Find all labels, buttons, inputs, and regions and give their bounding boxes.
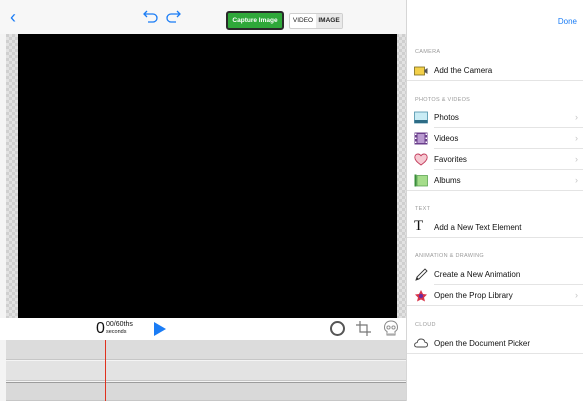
divider — [407, 237, 583, 238]
chevron-right-icon: › — [575, 175, 578, 185]
redo-icon[interactable] — [165, 9, 183, 23]
menu-item-videos[interactable]: Videos › — [407, 128, 583, 149]
cloud-icon — [414, 338, 428, 348]
divider — [407, 353, 583, 354]
camera-icon — [414, 66, 428, 76]
chevron-right-icon: › — [575, 290, 578, 300]
menu-item-albums[interactable]: Albums › — [407, 170, 583, 191]
playback-controls: 0 00/60ths seconds — [0, 318, 406, 340]
menu-item-favorites[interactable]: Favorites › — [407, 149, 583, 170]
record-icon[interactable] — [330, 321, 345, 336]
back-chevron-icon[interactable]: ‹ — [10, 8, 24, 26]
menu-item-label: Create a New Animation — [434, 270, 521, 279]
favorites-heart-icon — [414, 153, 428, 166]
menu-item-label: Albums — [434, 176, 461, 185]
timeline-track[interactable] — [6, 340, 406, 360]
pencil-icon — [415, 268, 428, 281]
menu-item-label: Photos — [434, 113, 459, 122]
top-toolbar: ‹ Capture Image VIDEO IMAGE — [0, 0, 406, 34]
section-camera: CAMERA — [415, 49, 441, 55]
menu-item-photos[interactable]: Photos › — [407, 107, 583, 128]
menu-item-prop-library[interactable]: Open the Prop Library › — [407, 285, 583, 306]
menu-item-label: Add the Camera — [434, 66, 493, 75]
playhead[interactable] — [105, 340, 106, 401]
section-photos-videos: PHOTOS & VIDEOS — [415, 97, 471, 103]
time-fraction: 00/60ths — [106, 321, 133, 328]
menu-item-label: Open the Prop Library — [434, 291, 513, 300]
section-cloud: CLOUD — [415, 322, 436, 328]
chevron-right-icon: › — [575, 154, 578, 164]
videos-icon — [414, 132, 428, 145]
canvas-stage[interactable] — [18, 34, 397, 318]
text-T-icon: T — [414, 218, 424, 234]
timeline — [0, 340, 406, 401]
play-icon[interactable] — [154, 322, 166, 336]
menu-item-label: Favorites — [434, 155, 467, 164]
menu-item-label: Add a New Text Element — [434, 223, 522, 232]
time-seconds: 0 — [96, 320, 105, 337]
done-button[interactable]: Done — [558, 17, 577, 26]
section-animation: ANIMATION & DRAWING — [415, 253, 484, 259]
albums-icon — [414, 174, 428, 187]
divider — [407, 80, 583, 81]
mode-image-tab[interactable]: IMAGE — [316, 14, 342, 28]
capture-image-button[interactable]: Capture Image — [226, 11, 284, 30]
section-text: TEXT — [415, 206, 431, 212]
photos-icon — [414, 111, 428, 124]
add-element-panel: Done CAMERA Add the Camera PHOTOS & VIDE… — [406, 0, 583, 401]
menu-item-add-camera[interactable]: Add the Camera — [407, 60, 583, 81]
timeline-track[interactable] — [6, 382, 406, 401]
menu-item-new-animation[interactable]: Create a New Animation — [407, 264, 583, 285]
menu-item-label: Videos — [434, 134, 459, 143]
crop-icon[interactable] — [355, 320, 372, 337]
divider — [407, 190, 583, 191]
undo-icon[interactable] — [141, 9, 159, 23]
prop-icon — [415, 290, 427, 302]
timeline-track[interactable] — [6, 361, 406, 381]
chevron-right-icon: › — [575, 112, 578, 122]
editor-area: ‹ Capture Image VIDEO IMAGE 0 00/60ths s… — [0, 0, 406, 401]
skull-icon[interactable] — [383, 320, 399, 337]
mode-segmented-control: VIDEO IMAGE — [289, 13, 343, 29]
menu-item-document-picker[interactable]: Open the Document Picker — [407, 333, 583, 354]
mode-video-tab[interactable]: VIDEO — [290, 14, 316, 28]
menu-item-label: Open the Document Picker — [434, 339, 531, 348]
divider — [407, 305, 583, 306]
canvas-background — [6, 34, 406, 318]
time-unit: seconds — [106, 329, 127, 335]
chevron-right-icon: › — [575, 133, 578, 143]
menu-item-add-text[interactable]: T Add a New Text Element — [407, 217, 583, 238]
